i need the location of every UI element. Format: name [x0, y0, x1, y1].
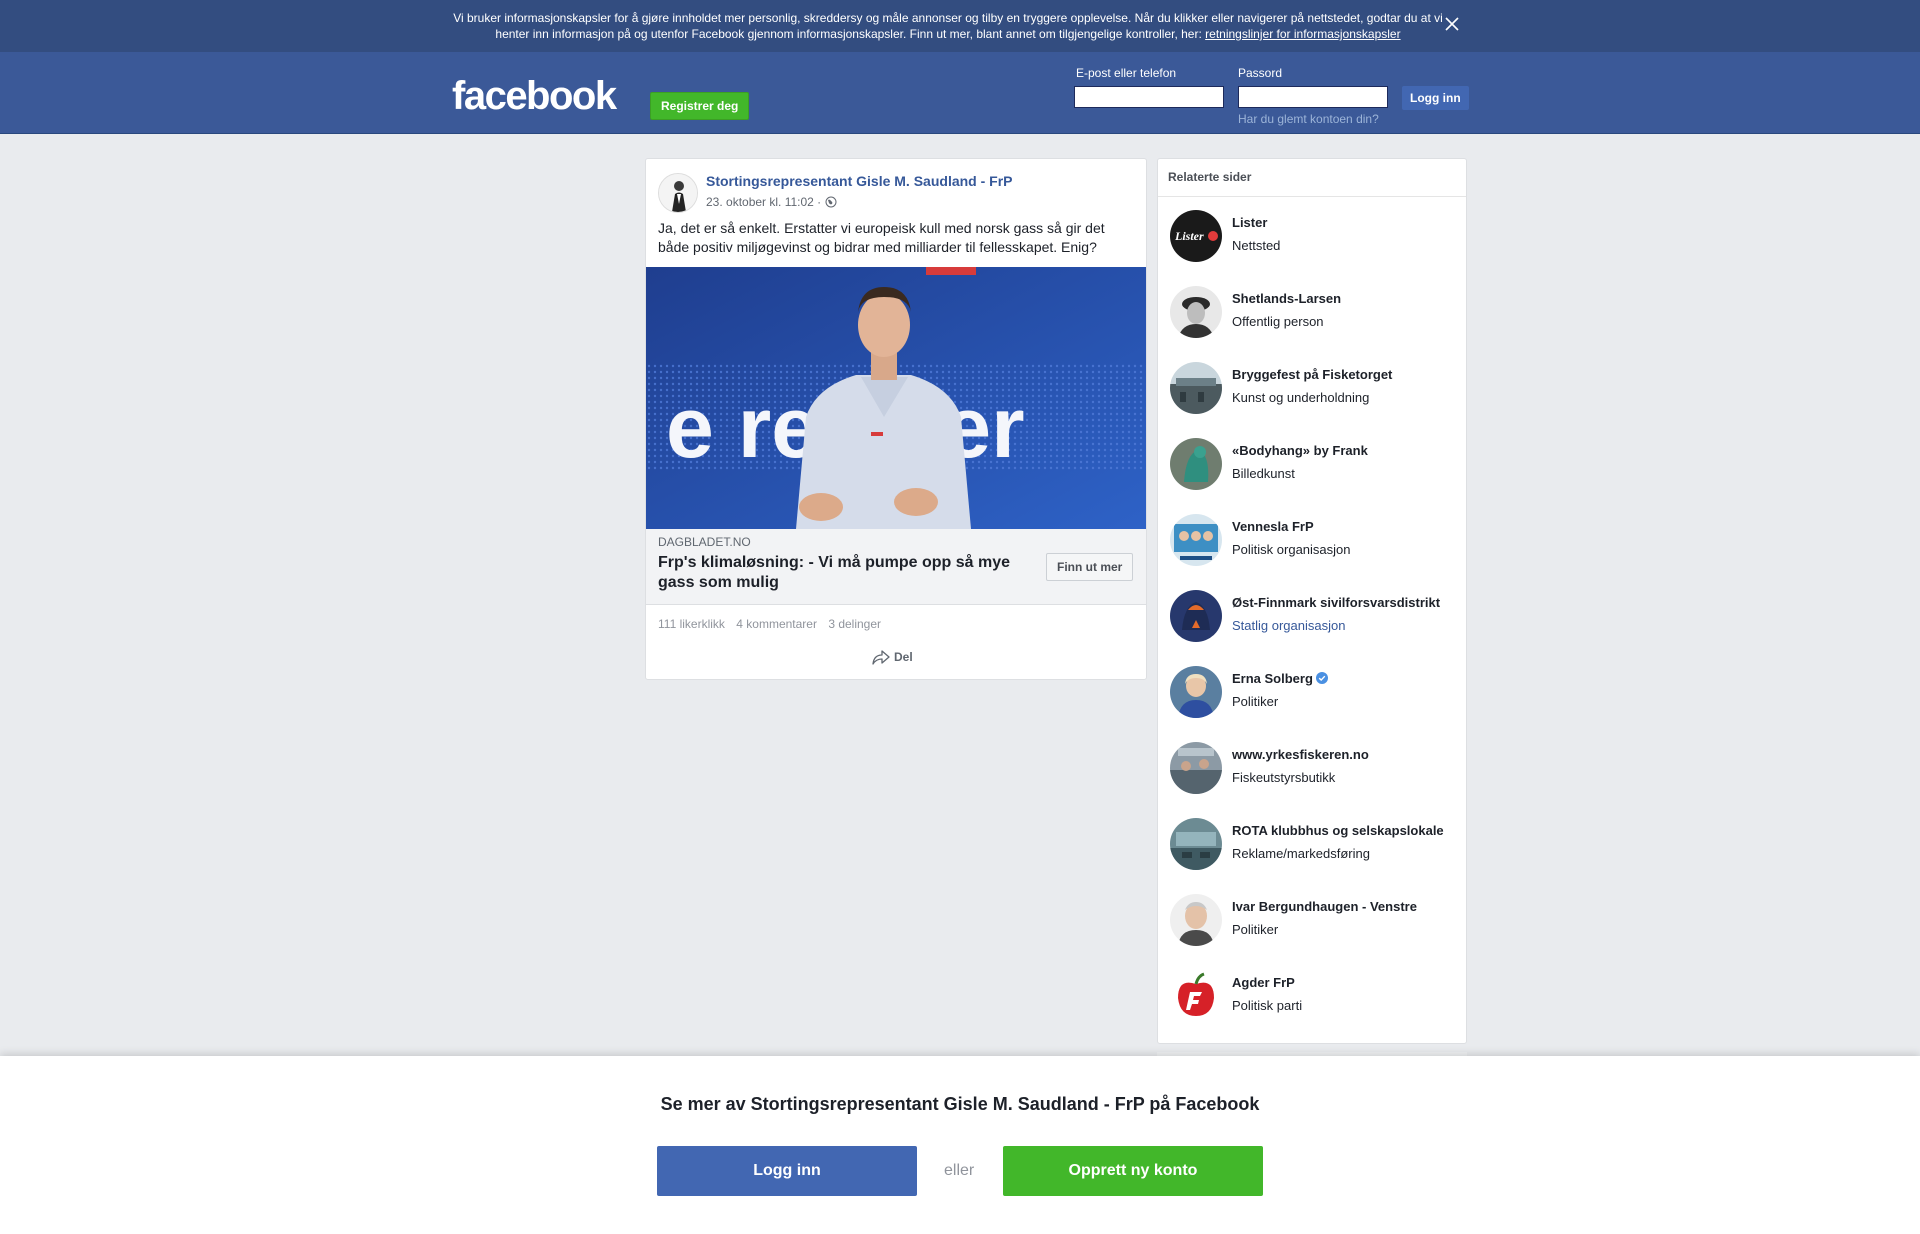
- cookie-policy-link[interactable]: retningslinjer for informasjonskapsler: [1205, 27, 1400, 41]
- related-page-category: Billedkunst: [1232, 466, 1295, 481]
- page-avatar[interactable]: [1170, 818, 1222, 870]
- page-avatar[interactable]: [1170, 286, 1222, 338]
- globe-icon: [825, 196, 837, 208]
- page-avatar[interactable]: [1170, 590, 1222, 642]
- post-author-link[interactable]: Stortingsrepresentant Gisle M. Saudland …: [706, 173, 1013, 189]
- related-page-category: Offentlig person: [1232, 314, 1324, 329]
- related-page-category: Reklame/markedsføring: [1232, 846, 1370, 861]
- related-item[interactable]: www.yrkesfiskeren.no Fiskeutstyrsbutikk: [1158, 729, 1466, 805]
- related-page-name[interactable]: www.yrkesfiskeren.no: [1232, 747, 1369, 762]
- related-page-name[interactable]: «Bodyhang» by Frank: [1232, 443, 1368, 458]
- create-account-button[interactable]: Opprett ny konto: [1003, 1146, 1263, 1196]
- related-page-category: Politisk parti: [1232, 998, 1303, 1013]
- related-page-name-text: Erna Solberg: [1232, 671, 1313, 686]
- related-pages-title: Relaterte sider: [1158, 159, 1466, 197]
- related-page-name[interactable]: Ivar Bergundhaugen - Venstre: [1232, 899, 1417, 914]
- related-item[interactable]: ROTA klubbhus og selskapslokale Reklame/…: [1158, 805, 1466, 881]
- share-icon: [872, 650, 890, 665]
- related-page-category: Nettsted: [1232, 238, 1281, 253]
- avatar-text: Lister: [1174, 229, 1204, 243]
- close-icon[interactable]: [1442, 14, 1462, 34]
- related-item[interactable]: Lister Lister Nettsted: [1158, 197, 1466, 273]
- facebook-logo[interactable]: facebook: [452, 76, 617, 116]
- page-avatar[interactable]: [1170, 894, 1222, 946]
- share-button[interactable]: Del: [872, 649, 913, 665]
- password-field[interactable]: [1238, 86, 1388, 108]
- related-page-category: Politiker: [1232, 694, 1279, 709]
- page-avatar[interactable]: Lister: [1170, 210, 1222, 262]
- page-avatar[interactable]: [1170, 970, 1222, 1022]
- email-label: E-post eller telefon: [1076, 66, 1177, 80]
- email-field[interactable]: [1074, 86, 1224, 108]
- link-title[interactable]: Frp's klimaløsning: - Vi må pumpe opp så…: [658, 553, 1038, 593]
- post-date[interactable]: 23. oktober kl. 11:02 ·: [706, 195, 821, 209]
- top-header: facebook Registrer deg E-post eller tele…: [0, 52, 1920, 134]
- related-page-name[interactable]: Lister: [1232, 215, 1267, 230]
- related-item[interactable]: Erna Solberg Politiker: [1158, 653, 1466, 729]
- learn-more-button[interactable]: Finn ut mer: [1046, 553, 1134, 581]
- author-avatar[interactable]: [658, 173, 698, 213]
- cookie-banner: Vi bruker informasjonskapsler for å gjør…: [0, 0, 1920, 52]
- related-page-name[interactable]: Vennesla FrP: [1232, 519, 1314, 534]
- related-page-category[interactable]: Statlig organisasjon: [1232, 618, 1345, 633]
- related-page-category: Politiker: [1232, 922, 1279, 937]
- link-domain: DAGBLADET.NO: [658, 535, 751, 549]
- login-prompt-title: Se mer av Stortingsrepresentant Gisle M.…: [660, 1094, 1260, 1114]
- or-separator: eller: [944, 1162, 975, 1179]
- login-button[interactable]: Logg inn: [1402, 86, 1469, 110]
- related-item[interactable]: Ivar Bergundhaugen - Venstre Politiker: [1158, 881, 1466, 957]
- related-item[interactable]: «Bodyhang» by Frank Billedkunst: [1158, 425, 1466, 501]
- share-label: Del: [894, 650, 913, 664]
- page-avatar[interactable]: [1170, 666, 1222, 718]
- cookie-text: Vi bruker informasjonskapsler for å gjør…: [452, 10, 1444, 42]
- shares-count[interactable]: 3 delinger: [828, 617, 881, 631]
- post-timestamp: 23. oktober kl. 11:02 ·: [706, 195, 837, 209]
- password-label: Passord: [1238, 66, 1283, 80]
- related-item[interactable]: Vennesla FrP Politisk organisasjon: [1158, 501, 1466, 577]
- related-page-name[interactable]: ROTA klubbhus og selskapslokale: [1232, 823, 1444, 838]
- comments-count[interactable]: 4 kommentarer: [736, 617, 817, 631]
- related-page-category: Kunst og underholdning: [1232, 390, 1370, 405]
- related-page-name[interactable]: Øst-Finnmark sivilforsvarsdistrikt: [1232, 595, 1440, 610]
- related-item[interactable]: Shetlands-Larsen Offentlig person: [1158, 273, 1466, 349]
- forgot-account-link[interactable]: Har du glemt kontoen din?: [1238, 112, 1379, 126]
- post-text: Ja, det er så enkelt. Erstatter vi europ…: [658, 220, 1105, 255]
- page-avatar[interactable]: [1170, 438, 1222, 490]
- related-page-name[interactable]: Agder FrP: [1232, 975, 1295, 990]
- page-avatar[interactable]: [1170, 742, 1222, 794]
- register-button[interactable]: Registrer deg: [650, 92, 750, 120]
- post-stats: 111 likerklikk 4 kommentarer 3 delinger: [658, 617, 889, 631]
- page-avatar[interactable]: [1170, 362, 1222, 414]
- post-card: Stortingsrepresentant Gisle M. Saudland …: [645, 158, 1147, 680]
- related-page-category: Politisk organisasjon: [1232, 542, 1351, 557]
- related-item[interactable]: Bryggefest på Fisketorget Kunst og under…: [1158, 349, 1466, 425]
- related-item[interactable]: Agder FrP Politisk parti: [1158, 957, 1466, 1033]
- related-page-category: Fiskeutstyrsbutikk: [1232, 770, 1336, 785]
- post-image[interactable]: e re hver: [646, 267, 1146, 529]
- likes-count[interactable]: 111 likerklikk: [658, 617, 725, 631]
- related-pages: Relaterte sider Lister Lister Nettsted S…: [1157, 158, 1467, 1044]
- login-prompt-overlay: Se mer av Stortingsrepresentant Gisle M.…: [0, 1056, 1920, 1234]
- related-item[interactable]: Øst-Finnmark sivilforsvarsdistrikt Statl…: [1158, 577, 1466, 653]
- link-preview[interactable]: DAGBLADET.NO Frp's klimaløsning: - Vi må…: [646, 529, 1146, 605]
- overlay-login-button[interactable]: Logg inn: [657, 1146, 917, 1196]
- related-page-name[interactable]: Bryggefest på Fisketorget: [1232, 367, 1392, 382]
- related-page-name[interactable]: Shetlands-Larsen: [1232, 291, 1341, 306]
- related-page-name[interactable]: Erna Solberg: [1232, 671, 1328, 686]
- verified-badge-icon: [1315, 672, 1328, 684]
- page-avatar[interactable]: [1170, 514, 1222, 566]
